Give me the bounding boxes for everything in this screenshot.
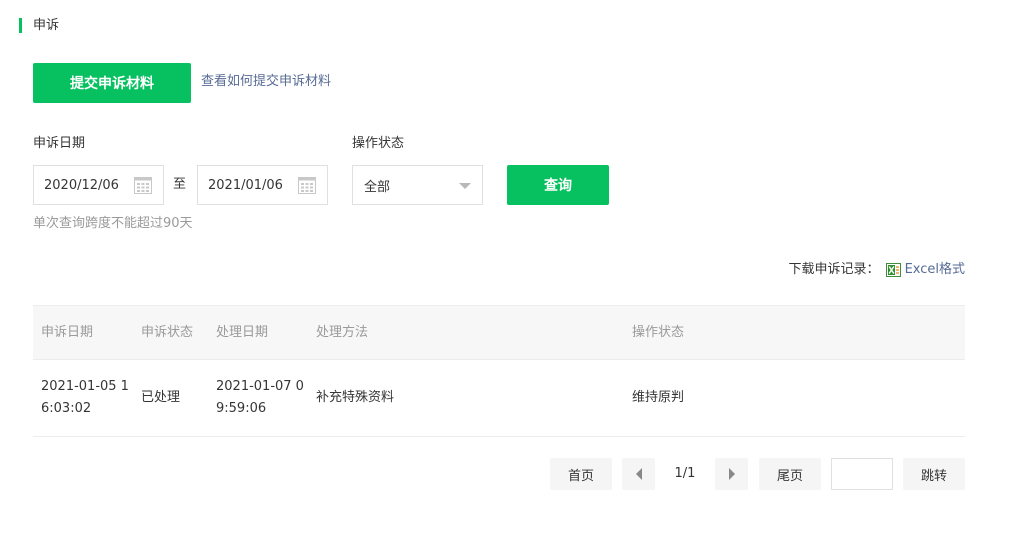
download-label: 下载申诉记录： [788,262,880,277]
calendar-icon [298,177,316,194]
last-page-button[interactable]: 尾页 [759,458,821,490]
column-header-operation-status: 操作状态 [632,325,685,340]
page-number-input[interactable] [831,458,893,490]
appeal-date-label: 申诉日期 [33,136,86,151]
jump-button[interactable]: 跳转 [903,458,965,490]
section-accent-bar [19,18,22,33]
column-header-process-method: 处理方法 [316,325,369,340]
table-row: 2021-01-05 16:03:02 已处理 2021-01-07 09:59… [33,360,965,437]
prev-page-button[interactable] [622,458,655,490]
column-header-appeal-status: 申诉状态 [141,325,194,340]
column-header-appeal-date: 申诉日期 [41,325,94,340]
page-indicator: 1/1 [674,466,696,481]
appeal-records-table: 申诉日期 申诉状态 处理日期 处理方法 操作状态 2021-01-05 16:0… [33,305,965,437]
next-page-icon [728,468,735,480]
download-records: 下载申诉记录： Excel格式 [789,261,965,279]
date-range-separator: 至 [173,177,187,192]
status-label: 操作状态 [352,136,405,151]
cell-process-date: 2021-01-07 09:59:06 [216,379,304,416]
query-range-hint: 单次查询跨度不能超过90天 [33,216,193,231]
first-page-button[interactable]: 首页 [550,458,612,490]
submit-appeal-button[interactable]: 提交申诉材料 [33,63,191,103]
caret-down-icon [459,183,471,189]
section-title: 申诉 [33,18,60,33]
end-date-input[interactable]: 2021/01/06 [197,165,328,205]
next-page-button[interactable] [715,458,748,490]
end-date-value: 2021/01/06 [208,177,283,193]
status-select[interactable]: 全部 [352,165,483,205]
cell-appeal-status: 已处理 [141,390,181,405]
start-date-value: 2020/12/06 [44,177,119,193]
cell-operation-status: 维持原判 [632,390,685,405]
column-header-process-date: 处理日期 [216,325,269,340]
cell-appeal-date: 2021-01-05 16:03:02 [41,379,129,416]
help-link[interactable]: 查看如何提交申诉材料 [201,73,331,91]
prev-page-icon [635,468,642,480]
table-header: 申诉日期 申诉状态 处理日期 处理方法 操作状态 [33,305,965,360]
excel-icon [885,263,901,277]
query-button[interactable]: 查询 [507,165,609,205]
excel-download-link[interactable]: Excel格式 [905,261,965,279]
status-select-value: 全部 [364,179,391,195]
cell-process-method: 补充特殊资料 [316,390,395,405]
start-date-input[interactable]: 2020/12/06 [33,165,164,205]
calendar-icon [134,177,152,194]
